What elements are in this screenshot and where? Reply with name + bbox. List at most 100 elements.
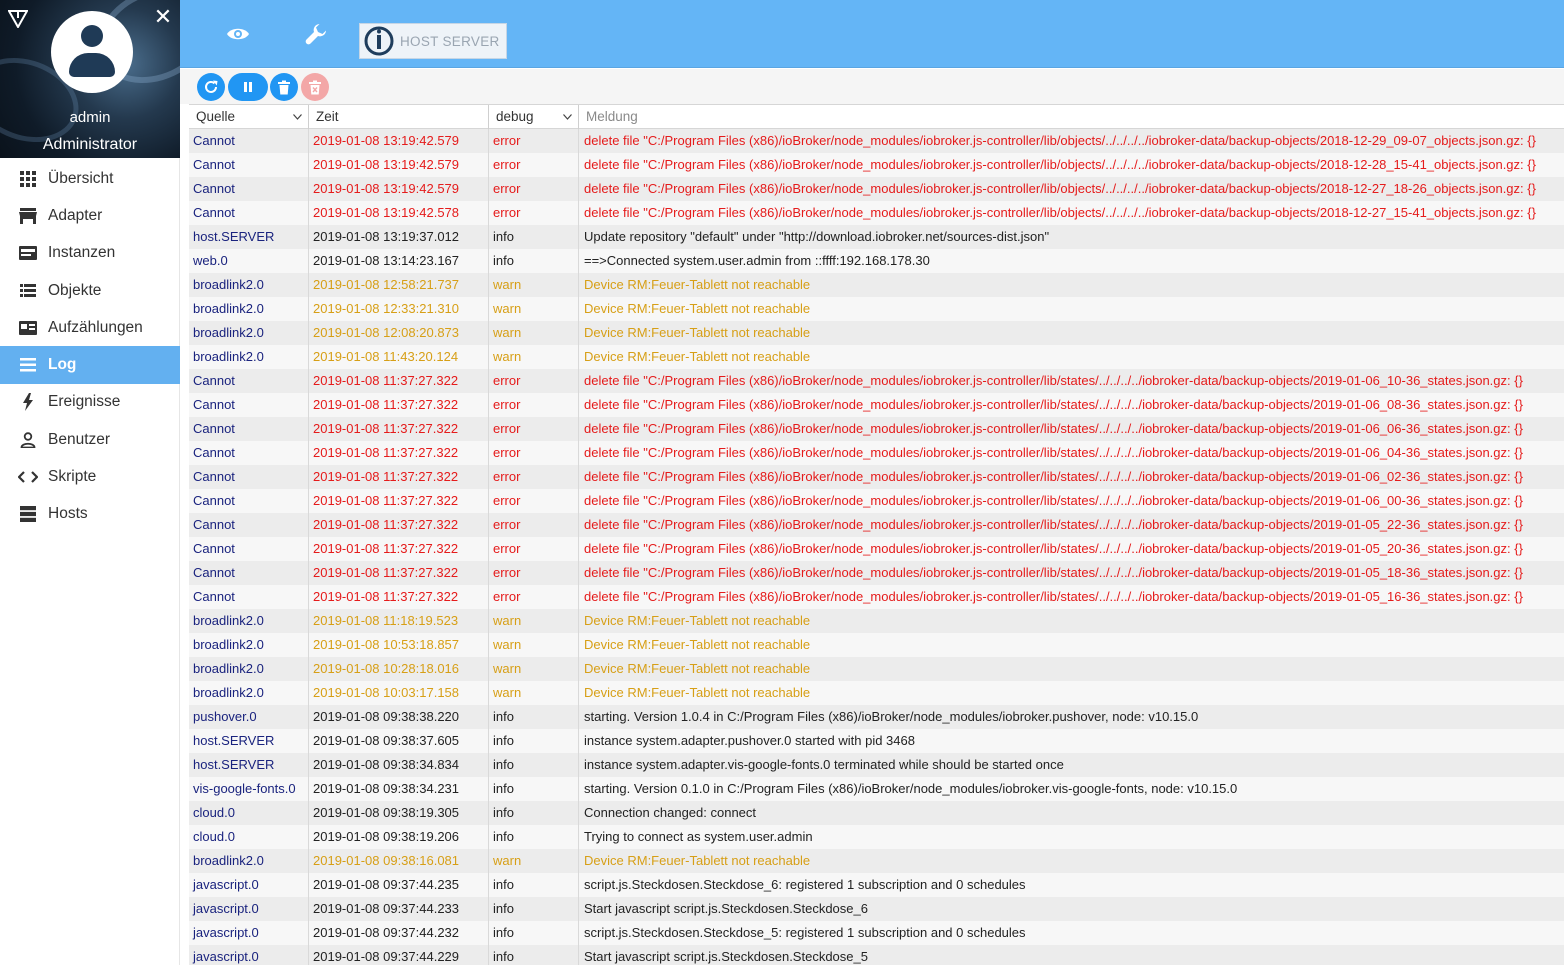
severity-filter-select[interactable]: debug (489, 105, 579, 129)
host-label: HOST SERVER (400, 33, 500, 49)
cell-src: Cannot (189, 537, 309, 561)
cell-sev: error (489, 393, 579, 417)
cell-sev: info (489, 249, 579, 273)
sidebar-item-label: Adapter (48, 206, 103, 224)
sidebar-item-instanzen[interactable]: Instanzen (0, 235, 180, 272)
cell-msg: Device RM:Feuer-Tablett not reachable (584, 685, 811, 700)
store-icon (18, 206, 38, 226)
cell-time: 2019-01-08 11:43:20.124 (309, 345, 489, 369)
sidebar-header: ✕ admin Administrator (0, 0, 180, 158)
user-role: Administrator (42, 136, 138, 153)
cell-time: 2019-01-08 11:37:27.322 (309, 537, 489, 561)
cell-time: 2019-01-08 09:38:19.305 (309, 801, 489, 825)
table-row: broadlink2.0 2019-01-08 11:18:19.523 warn D… (189, 609, 1564, 633)
cell-msg: delete file "C:/Program Files (x86)/ioBr… (584, 397, 1523, 412)
sidebar-item-benutzer[interactable]: Benutzer (0, 421, 180, 458)
cell-src: Cannot (189, 465, 309, 489)
cell-src: host.SERVER (189, 729, 309, 753)
cell-src: Cannot (189, 393, 309, 417)
log-toolbar (180, 69, 1564, 104)
cell-msg: delete file "C:/Program Files (x86)/ioBr… (584, 589, 1523, 604)
table-row: javascript.0 2019-01-08 09:37:44.229 info S… (189, 945, 1564, 965)
clear-log-button[interactable] (270, 73, 298, 101)
cell-time: 2019-01-08 10:53:18.857 (309, 633, 489, 657)
cell-time: 2019-01-08 09:37:44.229 (309, 945, 489, 965)
sidebar-item-log[interactable]: Log (0, 346, 180, 384)
cell-msg: delete file "C:/Program Files (x86)/ioBr… (584, 469, 1523, 484)
cell-src: pushover.0 (189, 705, 309, 729)
sidebar-item-label: Benutzer (48, 430, 111, 448)
cell-src: Cannot (189, 417, 309, 441)
logo-triangle-icon[interactable] (8, 10, 28, 28)
cell-sev: error (489, 561, 579, 585)
cell-sev: error (489, 153, 579, 177)
cell-sev: warn (489, 657, 579, 681)
cell-sev: error (489, 129, 579, 153)
cell-src: broadlink2.0 (189, 633, 309, 657)
source-header-label: Quelle (196, 109, 236, 124)
table-row: broadlink2.0 2019-01-08 12:58:21.737 warn D… (189, 273, 1564, 297)
cell-msg: Device RM:Feuer-Tablett not reachable (584, 637, 811, 652)
pause-icon (244, 82, 252, 92)
message-header-label: Meldung (586, 109, 638, 124)
cell-sev: error (489, 585, 579, 609)
cell-sev: info (489, 777, 579, 801)
server-icon (18, 504, 38, 524)
settings-button[interactable] (298, 16, 334, 52)
cell-time: 2019-01-08 13:19:42.579 (309, 129, 489, 153)
cell-src: broadlink2.0 (189, 681, 309, 705)
cell-time: 2019-01-08 11:37:27.322 (309, 441, 489, 465)
table-row: broadlink2.0 2019-01-08 10:53:18.857 warn D… (189, 633, 1564, 657)
sidebar-item-aufzaehlungen[interactable]: Aufzählungen (0, 309, 180, 346)
cell-sev: info (489, 825, 579, 849)
message-filter-input[interactable]: Meldung (579, 105, 1564, 129)
cell-sev: warn (489, 633, 579, 657)
refresh-button[interactable] (197, 73, 225, 101)
cell-sev: info (489, 729, 579, 753)
table-row: cloud.0 2019-01-08 09:38:19.305 info Connec… (189, 801, 1564, 825)
cell-msg: delete file "C:/Program Files (x86)/ioBr… (584, 133, 1536, 148)
time-filter-input[interactable]: Zeit (309, 105, 489, 129)
eye-button[interactable] (220, 16, 256, 52)
cell-sev: info (489, 753, 579, 777)
table-row: Cannot 2019-01-08 11:37:27.322 error delete… (189, 441, 1564, 465)
cell-time: 2019-01-08 11:18:19.523 (309, 609, 489, 633)
cell-msg: delete file "C:/Program Files (x86)/ioBr… (584, 445, 1523, 460)
cell-msg: Device RM:Feuer-Tablett not reachable (584, 277, 811, 292)
cell-src: vis-google-fonts.0 (189, 777, 309, 801)
cell-src: javascript.0 (189, 921, 309, 945)
user-name: admin (69, 109, 111, 126)
pause-button[interactable] (228, 73, 268, 101)
cell-time: 2019-01-08 10:28:18.016 (309, 657, 489, 681)
sidebar-item-objekte[interactable]: Objekte (0, 272, 180, 309)
close-drawer-button[interactable]: ✕ (152, 6, 174, 28)
instances-icon (18, 243, 38, 263)
sidebar-item-adapter[interactable]: Adapter (0, 197, 180, 234)
wrench-icon (305, 24, 326, 45)
delete-log-file-button[interactable] (301, 73, 329, 101)
host-selector-button[interactable]: HOST SERVER (359, 23, 507, 59)
list-icon (18, 281, 38, 301)
avatar (51, 11, 133, 93)
cell-sev: warn (489, 681, 579, 705)
table-row: javascript.0 2019-01-08 09:37:44.232 info s… (189, 921, 1564, 945)
cell-src: host.SERVER (189, 753, 309, 777)
sidebar-item-ereignisse[interactable]: Ereignisse (0, 384, 180, 421)
cell-src: Cannot (189, 129, 309, 153)
source-filter-select[interactable]: Quelle (189, 105, 309, 129)
cell-time: 2019-01-08 09:38:16.081 (309, 849, 489, 873)
table-row: Cannot 2019-01-08 11:37:27.322 error delete… (189, 393, 1564, 417)
sidebar-item-skripte[interactable]: Skripte (0, 458, 180, 495)
cell-time: 2019-01-08 11:37:27.322 (309, 585, 489, 609)
cell-msg: delete file "C:/Program Files (x86)/ioBr… (584, 157, 1536, 172)
table-row: broadlink2.0 2019-01-08 10:03:17.158 warn D… (189, 681, 1564, 705)
grid-icon (18, 169, 38, 189)
table-row: Cannot 2019-01-08 11:37:27.322 error delete… (189, 489, 1564, 513)
cell-msg: delete file "C:/Program Files (x86)/ioBr… (584, 181, 1536, 196)
cell-msg: Start javascript script.js.Steckdosen.St… (584, 901, 868, 916)
table-row: pushover.0 2019-01-08 09:38:38.220 info sta… (189, 705, 1564, 729)
sidebar-item-hosts[interactable]: Hosts (0, 496, 180, 533)
sidebar-item-uebersicht[interactable]: Übersicht (0, 160, 180, 197)
cell-time: 2019-01-08 09:37:44.235 (309, 873, 489, 897)
cell-src: broadlink2.0 (189, 345, 309, 369)
